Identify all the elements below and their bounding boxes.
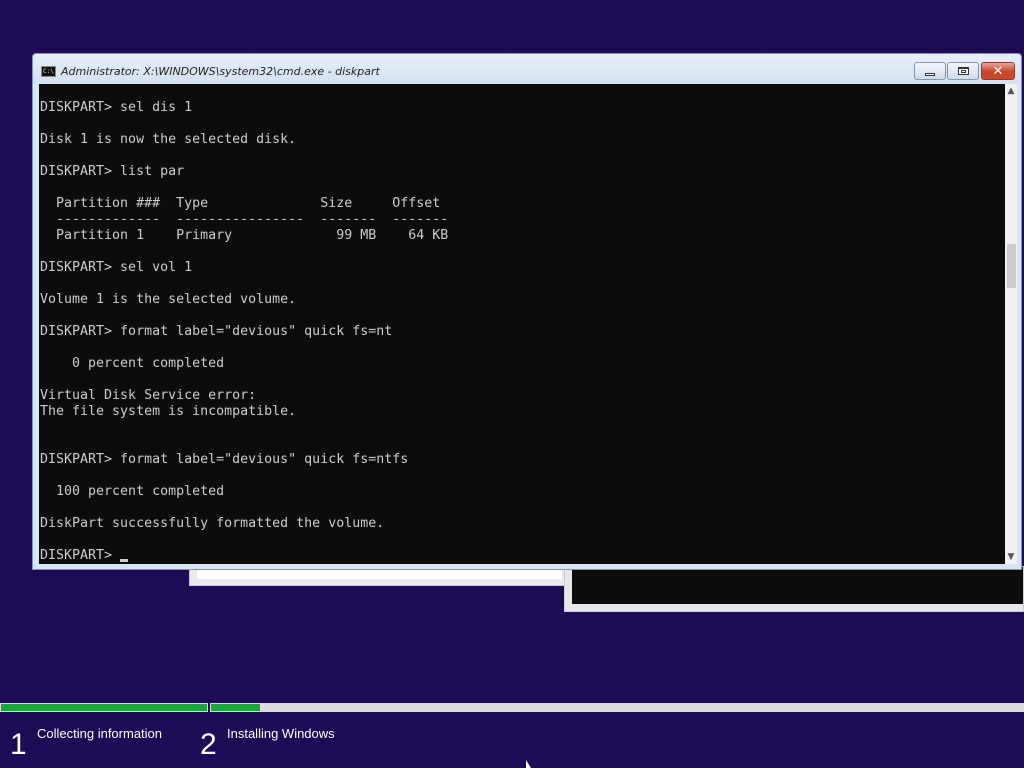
console-line: Partition ### Type Size Offset (56, 196, 441, 211)
step-label: Installing Windows (227, 726, 335, 741)
restore-icon (957, 67, 969, 75)
console-history: DISKPART> sel dis 1 Disk 1 is now the se… (40, 100, 448, 531)
console-line: DISKPART> sel vol 1 (40, 260, 193, 275)
console-output[interactable]: DISKPART> sel dis 1 Disk 1 is now the se… (39, 84, 1005, 564)
console-line: DiskPart successfully formatted the volu… (40, 516, 385, 531)
console-line: Virtual Disk Service error: (40, 388, 257, 403)
console-prompt: DISKPART> (40, 548, 121, 563)
console-line: Partition 1 Primary 99 MB 64 KB (56, 228, 449, 243)
console-text: DISKPART> sel dis 1 Disk 1 is now the se… (40, 100, 448, 564)
console-line: DISKPART> format label="devious" quick f… (40, 452, 409, 467)
setup-progress-bar (0, 703, 1024, 712)
console-line: DISKPART> sel dis 1 (40, 100, 193, 115)
restore-button[interactable] (947, 62, 979, 80)
step-number: 2 (200, 728, 217, 761)
progress-step-2-fill (211, 704, 260, 711)
console-line: ------------- ---------------- ------- -… (56, 212, 449, 227)
console-line: Volume 1 is the selected volume. (40, 292, 297, 307)
minimize-button[interactable] (914, 62, 946, 80)
console-line: 0 percent completed (72, 356, 225, 371)
console-line: Disk 1 is now the selected disk. (40, 132, 297, 147)
cmd-icon: C:\ (41, 66, 56, 77)
step-label: Collecting information (37, 726, 163, 741)
background-window-right (564, 566, 1024, 612)
scroll-down-icon[interactable]: ▼ (1005, 550, 1017, 564)
close-button[interactable]: ✕ (981, 62, 1015, 80)
progress-divider (208, 703, 210, 712)
cmd-window[interactable]: C:\ Administrator: X:\WINDOWS\system32\c… (32, 53, 1022, 570)
progress-step-1-fill (1, 704, 207, 711)
minimize-icon (925, 72, 935, 76)
console-line: 100 percent completed (56, 484, 225, 499)
console-line: DISKPART> format label="devious" quick f… (40, 324, 393, 339)
scroll-up-icon[interactable]: ▲ (1005, 84, 1017, 98)
close-icon: ✕ (992, 63, 1004, 79)
scroll-thumb[interactable] (1007, 244, 1016, 288)
mouse-pointer-icon (526, 760, 531, 768)
console-line: DISKPART> list par (40, 164, 185, 179)
vertical-scrollbar[interactable]: ▲ ▼ (1005, 84, 1017, 564)
window-title: Administrator: X:\WINDOWS\system32\cmd.e… (61, 65, 380, 78)
step-number: 1 (10, 728, 27, 761)
text-cursor (120, 559, 129, 562)
console-line: The file system is incompatible. (40, 404, 297, 419)
title-bar[interactable]: C:\ Administrator: X:\WINDOWS\system32\c… (33, 54, 1021, 84)
